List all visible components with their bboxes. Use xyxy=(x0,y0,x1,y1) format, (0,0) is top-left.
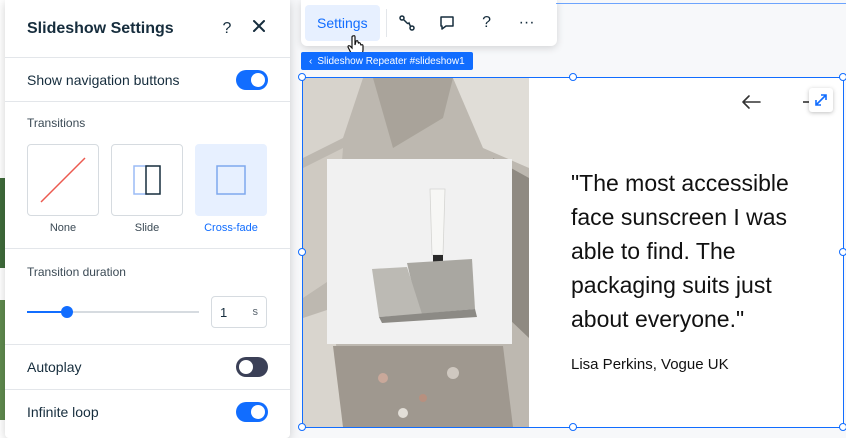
element-toolbar: Settings ? ··· xyxy=(301,0,557,46)
guide-line xyxy=(556,3,850,4)
panel-title: Slideshow Settings xyxy=(27,19,174,37)
slideshow-slide[interactable]: "The most accessible face sunscreen I wa… xyxy=(298,73,847,431)
show-navigation-toggle[interactable] xyxy=(236,69,268,90)
transition-label: Cross-fade xyxy=(204,222,258,234)
connect-icon[interactable] xyxy=(387,5,427,41)
resize-handle[interactable] xyxy=(569,73,577,81)
sunscreen-product-illustration xyxy=(327,159,512,344)
transition-option-cross-fade[interactable]: Cross-fade xyxy=(195,144,267,248)
chevron-left-icon: ‹ xyxy=(309,55,313,67)
stretch-button[interactable] xyxy=(809,88,833,112)
transition-duration-section: Transition duration 1 s xyxy=(5,249,290,345)
resize-handle[interactable] xyxy=(298,423,306,431)
transition-thumb[interactable] xyxy=(195,144,267,216)
transitions-label: Transitions xyxy=(27,116,86,130)
transition-label: Slide xyxy=(134,222,160,234)
cross-fade-icon xyxy=(216,165,246,195)
infinite-loop-row: Infinite loop xyxy=(5,390,290,434)
breadcrumb[interactable]: ‹ Slideshow Repeater #slideshow1 xyxy=(301,52,473,70)
expand-icon xyxy=(815,94,827,106)
resize-handle[interactable] xyxy=(298,248,306,256)
breadcrumb-label: Slideshow Repeater #slideshow1 xyxy=(317,55,465,67)
transition-label: None xyxy=(49,222,77,234)
more-icon[interactable]: ··· xyxy=(507,5,547,41)
slideshow-settings-panel: Slideshow Settings ? Show navigation but… xyxy=(5,0,290,438)
editor-canvas: Slideshow Settings ? Show navigation but… xyxy=(0,0,850,438)
autoplay-toggle[interactable] xyxy=(236,357,268,377)
autoplay-label: Autoplay xyxy=(27,359,82,375)
transition-thumb[interactable] xyxy=(27,144,99,216)
resize-handle[interactable] xyxy=(298,73,306,81)
transition-thumb[interactable] xyxy=(111,144,183,216)
duration-unit: s xyxy=(252,306,259,318)
canvas-edge-right xyxy=(846,0,850,438)
none-icon xyxy=(40,157,86,203)
infinite-loop-label: Infinite loop xyxy=(27,404,99,420)
duration-input[interactable]: 1 s xyxy=(211,296,267,328)
product-photo xyxy=(327,159,512,344)
slide-image xyxy=(303,78,529,427)
duration-slider[interactable] xyxy=(27,305,199,319)
duration-value: 1 xyxy=(220,304,228,320)
infinite-loop-toggle[interactable] xyxy=(236,402,268,422)
transition-duration-label: Transition duration xyxy=(27,265,126,279)
duration-controls: 1 s xyxy=(27,296,268,328)
help-icon[interactable]: ? xyxy=(467,5,507,41)
toggle-knob xyxy=(251,405,265,419)
show-navigation-row: Show navigation buttons xyxy=(5,58,290,102)
show-navigation-label: Show navigation buttons xyxy=(27,71,180,88)
slide-icon xyxy=(133,165,161,195)
toggle-knob xyxy=(251,72,265,87)
settings-button[interactable]: Settings xyxy=(305,5,380,41)
transition-option-none[interactable]: None xyxy=(27,144,99,248)
comment-icon[interactable] xyxy=(427,5,467,41)
transition-option-slide[interactable]: Slide xyxy=(111,144,183,248)
question-icon[interactable]: ? xyxy=(218,20,236,38)
testimonial-author[interactable]: Lisa Perkins, Vogue UK xyxy=(571,356,729,373)
close-icon[interactable] xyxy=(250,19,268,38)
panel-header: Slideshow Settings ? xyxy=(5,0,290,58)
arrow-left-icon[interactable] xyxy=(741,90,761,116)
toggle-knob xyxy=(239,360,253,374)
testimonial-quote[interactable]: "The most accessible face sunscreen I wa… xyxy=(571,166,831,336)
transitions-section: Transitions None Slide Cross-fade xyxy=(5,102,290,249)
transition-options: None Slide Cross-fade xyxy=(27,144,268,248)
autoplay-row: Autoplay xyxy=(5,345,290,390)
resize-handle[interactable] xyxy=(569,423,577,431)
slider-thumb[interactable] xyxy=(60,306,73,318)
